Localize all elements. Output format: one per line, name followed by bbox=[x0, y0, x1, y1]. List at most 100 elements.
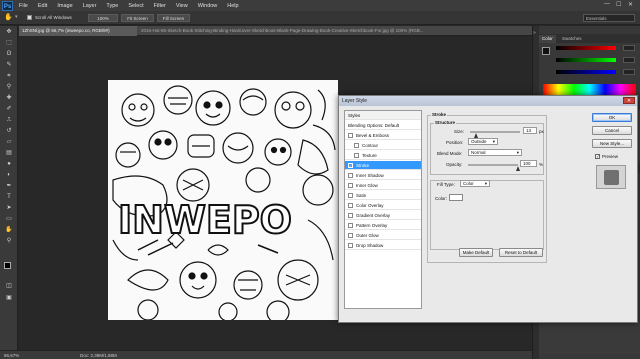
style-checkbox[interactable] bbox=[348, 203, 353, 209]
style-checkbox[interactable] bbox=[348, 183, 353, 189]
zoom-tool-icon[interactable]: ⚲ bbox=[4, 237, 14, 246]
style-item[interactable]: ✓ Stroke bbox=[345, 161, 421, 170]
style-item[interactable]: Satin bbox=[345, 191, 421, 200]
tab-color[interactable]: Color bbox=[539, 35, 556, 43]
minimize-icon[interactable]: — bbox=[604, 1, 610, 7]
style-checkbox[interactable] bbox=[354, 153, 359, 159]
opacity-label: Opacity: bbox=[446, 162, 463, 167]
ok-button[interactable]: OK bbox=[592, 113, 632, 122]
size-input[interactable]: 13 bbox=[523, 127, 537, 134]
style-item[interactable]: Color Overlay bbox=[345, 201, 421, 210]
menu-type[interactable]: Type bbox=[106, 3, 118, 9]
menu-image[interactable]: Image bbox=[57, 3, 72, 9]
blue-value[interactable] bbox=[623, 69, 635, 75]
blend-mode-select[interactable]: Normal bbox=[468, 149, 522, 156]
green-slider[interactable] bbox=[556, 58, 616, 62]
brush-tool-icon[interactable]: ✐ bbox=[4, 105, 14, 114]
style-checkbox[interactable] bbox=[348, 133, 353, 139]
menu-layer[interactable]: Layer bbox=[83, 3, 97, 9]
opacity-slider-track[interactable] bbox=[468, 164, 518, 166]
style-checkbox[interactable] bbox=[348, 233, 353, 239]
move-tool-icon[interactable]: ✥ bbox=[4, 28, 14, 37]
menu-bar: Ps File Edit Image Layer Type Select Fil… bbox=[0, 0, 640, 11]
tab-swatches[interactable]: Swatches bbox=[559, 35, 585, 43]
style-checkbox[interactable] bbox=[348, 243, 353, 249]
reset-default-button[interactable]: Reset to Default bbox=[499, 248, 543, 257]
red-value[interactable] bbox=[623, 45, 635, 51]
eyedropper-tool-icon[interactable]: ⚲ bbox=[4, 83, 14, 92]
cancel-button[interactable]: Cancel bbox=[592, 126, 632, 135]
fit-screen-button[interactable]: Fit Screen bbox=[121, 14, 154, 22]
blue-slider[interactable] bbox=[556, 70, 616, 74]
document-tab[interactable]: 1ZhSNl.jpg @ 66,7% (inweepo.co, RGB/8#) bbox=[19, 26, 137, 36]
menu-file[interactable]: File bbox=[19, 3, 28, 9]
make-default-button[interactable]: Make Default bbox=[459, 248, 493, 257]
red-slider[interactable] bbox=[556, 46, 616, 50]
style-checkbox[interactable] bbox=[348, 173, 353, 179]
style-item[interactable]: Outer Glow bbox=[345, 231, 421, 240]
marquee-tool-icon[interactable]: ⬚ bbox=[4, 39, 14, 48]
menu-edit[interactable]: Edit bbox=[38, 3, 47, 9]
preview-checkbox[interactable]: ✓ bbox=[595, 154, 600, 159]
dialog-close-button[interactable]: ✕ bbox=[623, 97, 635, 104]
style-item[interactable]: Drop Shadow bbox=[345, 241, 421, 250]
menu-window[interactable]: Window bbox=[198, 3, 218, 9]
style-checkbox[interactable] bbox=[348, 223, 353, 229]
path-select-tool-icon[interactable]: ➤ bbox=[4, 204, 14, 213]
zoom-100-button[interactable]: 100% bbox=[88, 14, 118, 22]
style-checkbox[interactable] bbox=[348, 193, 353, 199]
foreground-swatch[interactable] bbox=[542, 47, 550, 55]
style-item[interactable]: Inner Glow bbox=[345, 181, 421, 190]
healing-tool-icon[interactable]: ✚ bbox=[4, 94, 14, 103]
clone-stamp-tool-icon[interactable]: ⎍ bbox=[4, 116, 14, 125]
dodge-tool-icon[interactable]: ◐ bbox=[4, 171, 14, 180]
eraser-tool-icon[interactable]: ▱ bbox=[4, 138, 14, 147]
style-item[interactable]: Texture bbox=[345, 151, 421, 160]
collapse-icon[interactable]: » bbox=[533, 30, 536, 36]
position-select[interactable]: Outside bbox=[468, 138, 498, 145]
menu-help[interactable]: Help bbox=[227, 3, 238, 9]
scroll-all-checkbox[interactable] bbox=[27, 15, 32, 20]
style-checkbox[interactable] bbox=[348, 213, 353, 219]
menu-view[interactable]: View bbox=[176, 3, 188, 9]
lasso-tool-icon[interactable]: ʘ bbox=[4, 50, 14, 59]
fill-screen-button[interactable]: Fill Screen bbox=[157, 14, 190, 22]
history-brush-tool-icon[interactable]: ↺ bbox=[4, 127, 14, 136]
menu-filter[interactable]: Filter bbox=[154, 3, 166, 9]
styles-header[interactable]: Styles bbox=[345, 111, 421, 120]
pen-tool-icon[interactable]: ✒ bbox=[4, 182, 14, 191]
layer-style-dialog: Layer Style ✕ Styles Blending Options: D… bbox=[338, 95, 638, 323]
type-tool-icon[interactable]: T bbox=[4, 193, 14, 202]
quick-select-tool-icon[interactable]: ✎ bbox=[4, 61, 14, 70]
blur-tool-icon[interactable]: ● bbox=[4, 160, 14, 169]
new-style-button[interactable]: New Style... bbox=[592, 139, 632, 148]
style-item-label: Stroke bbox=[356, 163, 370, 168]
style-item[interactable]: Bevel & Emboss bbox=[345, 131, 421, 140]
opacity-input[interactable]: 100 bbox=[520, 160, 537, 167]
style-item[interactable]: Inner Shadow bbox=[345, 171, 421, 180]
fill-type-select[interactable]: Color bbox=[460, 180, 490, 187]
green-value[interactable] bbox=[623, 57, 635, 63]
style-checkbox[interactable] bbox=[354, 143, 359, 149]
shape-tool-icon[interactable]: ▭ bbox=[4, 215, 14, 224]
foreground-color-swatch[interactable] bbox=[4, 262, 11, 269]
style-item[interactable]: Gradient Overlay bbox=[345, 211, 421, 220]
menu-select[interactable]: Select bbox=[128, 3, 143, 9]
hand-tool-icon[interactable]: ✋ bbox=[4, 226, 14, 235]
doodle-artwork[interactable]: INWEPO bbox=[108, 80, 338, 320]
zoom-level[interactable]: 66,67% bbox=[4, 353, 19, 358]
size-slider-track[interactable] bbox=[470, 131, 520, 133]
crop-tool-icon[interactable]: ⌗ bbox=[4, 72, 14, 81]
style-checkbox[interactable]: ✓ bbox=[348, 163, 353, 169]
quick-mask-icon[interactable]: ◫ bbox=[4, 282, 14, 291]
gradient-tool-icon[interactable]: ▤ bbox=[4, 149, 14, 158]
close-icon[interactable]: ✕ bbox=[628, 1, 633, 8]
style-item[interactable]: Pattern Overlay bbox=[345, 221, 421, 230]
workspace-select[interactable]: Essentials bbox=[583, 14, 635, 22]
screen-mode-icon[interactable]: ▣ bbox=[4, 294, 14, 303]
blending-options[interactable]: Blending Options: Default bbox=[345, 121, 421, 130]
stroke-color-swatch[interactable] bbox=[449, 194, 463, 201]
maximize-icon[interactable]: ☐ bbox=[616, 1, 621, 8]
style-item[interactable]: Contour bbox=[345, 141, 421, 150]
tool-preset-icon[interactable]: ▾ bbox=[15, 14, 18, 20]
